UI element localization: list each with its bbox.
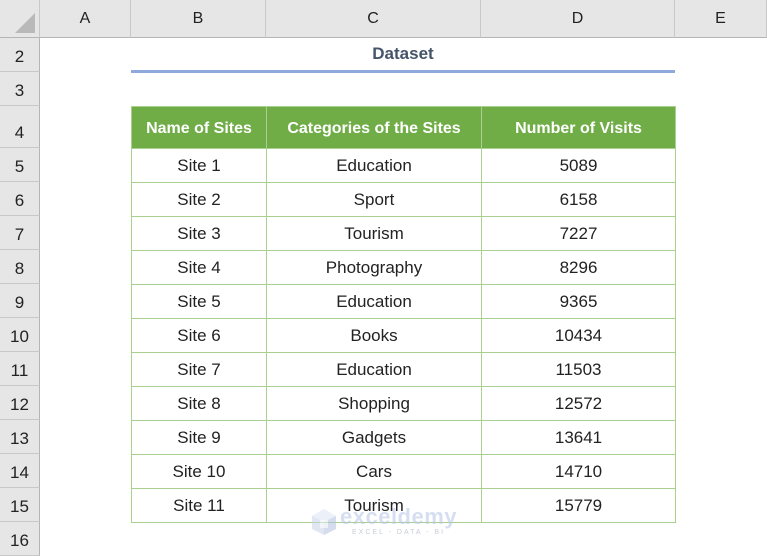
table-row: Site 4 Photography 8296 [131,250,676,285]
cell-category[interactable]: Shopping [266,386,482,421]
cell-category[interactable]: Education [266,352,482,387]
cell-site-name[interactable]: Site 1 [131,148,267,183]
cell-site-name[interactable]: Site 10 [131,454,267,489]
cell-visits[interactable]: 8296 [481,250,676,285]
title-underline [131,70,675,73]
cell-category[interactable]: Sport [266,182,482,217]
cell-visits[interactable]: 7227 [481,216,676,251]
cell-site-name[interactable]: Site 8 [131,386,267,421]
row-header-8[interactable]: 8 [0,250,40,284]
header-name-of-sites[interactable]: Name of Sites [131,106,267,149]
cell-site-name[interactable]: Site 9 [131,420,267,455]
cell-visits[interactable]: 10434 [481,318,676,353]
row-header-13[interactable]: 13 [0,420,40,454]
table-row: Site 1 Education 5089 [131,148,676,183]
cell-category[interactable]: Photography [266,250,482,285]
cell-visits[interactable]: 12572 [481,386,676,421]
table-row: Site 3 Tourism 7227 [131,216,676,251]
table-row: Site 9 Gadgets 13641 [131,420,676,455]
row-header-14[interactable]: 14 [0,454,40,488]
row-header-5[interactable]: 5 [0,148,40,182]
cell-category[interactable]: Books [266,318,482,353]
column-header-c[interactable]: C [266,0,481,38]
table-row: Site 7 Education 11503 [131,352,676,387]
table-row: Site 11 Tourism 15779 [131,488,676,523]
cell-category[interactable]: Education [266,148,482,183]
column-header-d[interactable]: D [481,0,675,38]
cell-site-name[interactable]: Site 7 [131,352,267,387]
watermark-tagline: EXCEL - DATA - BI [352,529,446,536]
cell-site-name[interactable]: Site 4 [131,250,267,285]
column-header-e[interactable]: E [675,0,767,38]
cell-site-name[interactable]: Site 6 [131,318,267,353]
row-header-9[interactable]: 9 [0,284,40,318]
cell-site-name[interactable]: Site 5 [131,284,267,319]
cell-visits[interactable]: 9365 [481,284,676,319]
cell-visits[interactable]: 11503 [481,352,676,387]
row-header-16[interactable]: 16 [0,522,40,556]
row-header-6[interactable]: 6 [0,182,40,216]
select-all-button[interactable] [0,0,40,38]
cell-site-name[interactable]: Site 2 [131,182,267,217]
row-header-15[interactable]: 15 [0,488,40,522]
cell-category[interactable]: Tourism [266,488,482,523]
column-header-b[interactable]: B [131,0,266,38]
row-header-10[interactable]: 10 [0,318,40,352]
table-row: Site 2 Sport 6158 [131,182,676,217]
cell-category[interactable]: Education [266,284,482,319]
row-header-2[interactable]: 2 [0,38,40,72]
cell-category[interactable]: Tourism [266,216,482,251]
cell-visits[interactable]: 15779 [481,488,676,523]
table-header-row: Name of Sites Categories of the Sites Nu… [131,106,676,149]
cell-site-name[interactable]: Site 11 [131,488,267,523]
dataset-title[interactable]: Dataset [131,38,675,70]
row-header-4[interactable]: 4 [0,106,40,148]
cell-visits[interactable]: 5089 [481,148,676,183]
cell-visits[interactable]: 6158 [481,182,676,217]
header-categories[interactable]: Categories of the Sites [266,106,482,149]
data-table: Name of Sites Categories of the Sites Nu… [131,106,676,523]
cell-visits[interactable]: 14710 [481,454,676,489]
table-row: Site 5 Education 9365 [131,284,676,319]
row-header-11[interactable]: 11 [0,352,40,386]
cell-visits[interactable]: 13641 [481,420,676,455]
table-row: Site 6 Books 10434 [131,318,676,353]
select-all-triangle-icon [15,13,35,33]
row-header-12[interactable]: 12 [0,386,40,420]
table-row: Site 8 Shopping 12572 [131,386,676,421]
column-header-a[interactable]: A [40,0,131,38]
row-header-7[interactable]: 7 [0,216,40,250]
cell-site-name[interactable]: Site 3 [131,216,267,251]
cell-category[interactable]: Cars [266,454,482,489]
row-header-3[interactable]: 3 [0,72,40,106]
header-number-of-visits[interactable]: Number of Visits [481,106,676,149]
table-row: Site 10 Cars 14710 [131,454,676,489]
cell-category[interactable]: Gadgets [266,420,482,455]
